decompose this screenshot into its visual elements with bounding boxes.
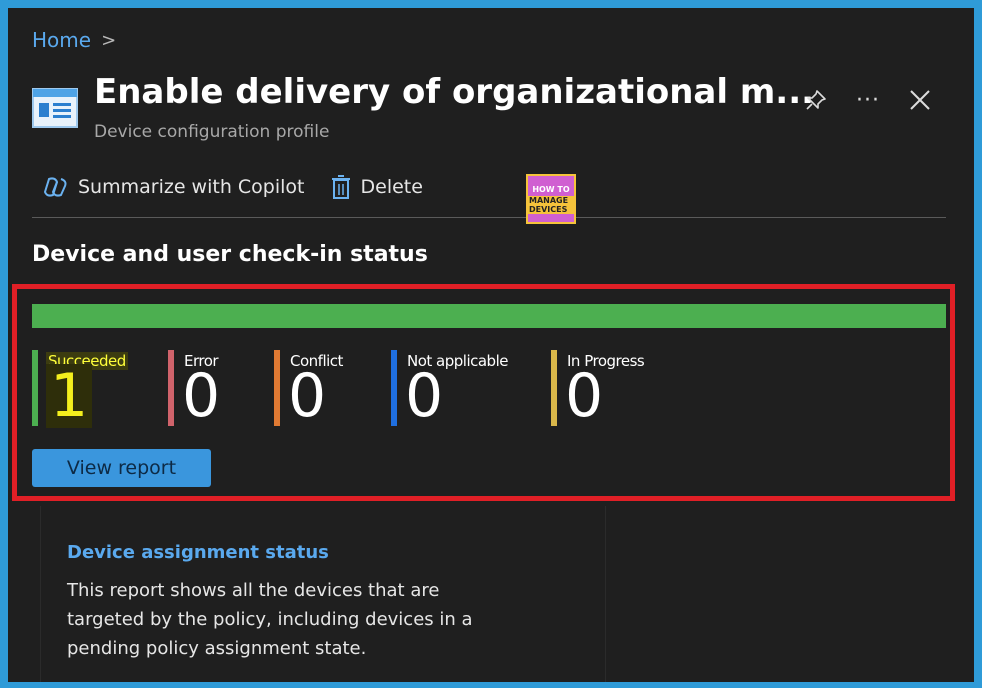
view-report-button[interactable]: View report: [32, 449, 211, 487]
breadcrumb: Home >: [32, 28, 116, 52]
stat-not-applicable-indicator: [391, 350, 397, 426]
stat-in-progress-value: 0: [565, 361, 604, 431]
watermark-line-1: HOW TO: [532, 184, 570, 194]
delete-label: Delete: [360, 176, 423, 198]
profile-panel: Home > Enable delivery of organizational…: [8, 8, 974, 682]
stat-succeeded-value: 1: [46, 364, 93, 428]
page-subtitle: Device configuration profile: [94, 122, 330, 142]
close-button[interactable]: [902, 82, 938, 118]
device-assignment-description: This report shows all the devices that a…: [67, 580, 473, 659]
more-options-button[interactable]: ···: [850, 82, 886, 118]
trash-icon: [331, 175, 350, 199]
summarize-copilot-button[interactable]: Summarize with Copilot: [42, 176, 305, 198]
watermark-line-2: MANAGE DEVICES: [528, 195, 574, 214]
summarize-copilot-label: Summarize with Copilot: [78, 176, 305, 198]
page-title: Enable delivery of organizational m...: [94, 72, 815, 112]
ellipsis-icon: ···: [856, 87, 880, 113]
device-assignment-card: Device assignment status This report sho…: [40, 506, 606, 682]
breadcrumb-home-link[interactable]: Home: [32, 28, 91, 52]
status-progress-bar: [32, 304, 946, 328]
check-in-status-heading: Device and user check-in status: [32, 242, 428, 267]
profile-window-icon: [32, 88, 78, 128]
toolbar-divider: [32, 217, 946, 218]
stat-conflict-indicator: [274, 350, 280, 426]
stat-error-value: 0: [182, 361, 221, 431]
stat-succeeded-indicator: [32, 350, 38, 426]
delete-button[interactable]: Delete: [331, 174, 423, 200]
stat-not-applicable-value: 0: [405, 361, 444, 431]
command-bar: Summarize with Copilot Delete: [42, 174, 449, 200]
pin-icon: [806, 90, 826, 110]
close-icon: [910, 90, 930, 110]
pin-button[interactable]: [798, 82, 834, 118]
watermark-logo: HOW TO MANAGE DEVICES: [526, 174, 576, 224]
breadcrumb-chevron-icon: >: [101, 29, 117, 51]
stat-error-indicator: [168, 350, 174, 426]
stat-in-progress-indicator: [551, 350, 557, 426]
stat-conflict-value: 0: [288, 361, 327, 431]
copilot-icon: [43, 177, 67, 197]
device-assignment-link[interactable]: Device assignment status: [67, 542, 329, 563]
